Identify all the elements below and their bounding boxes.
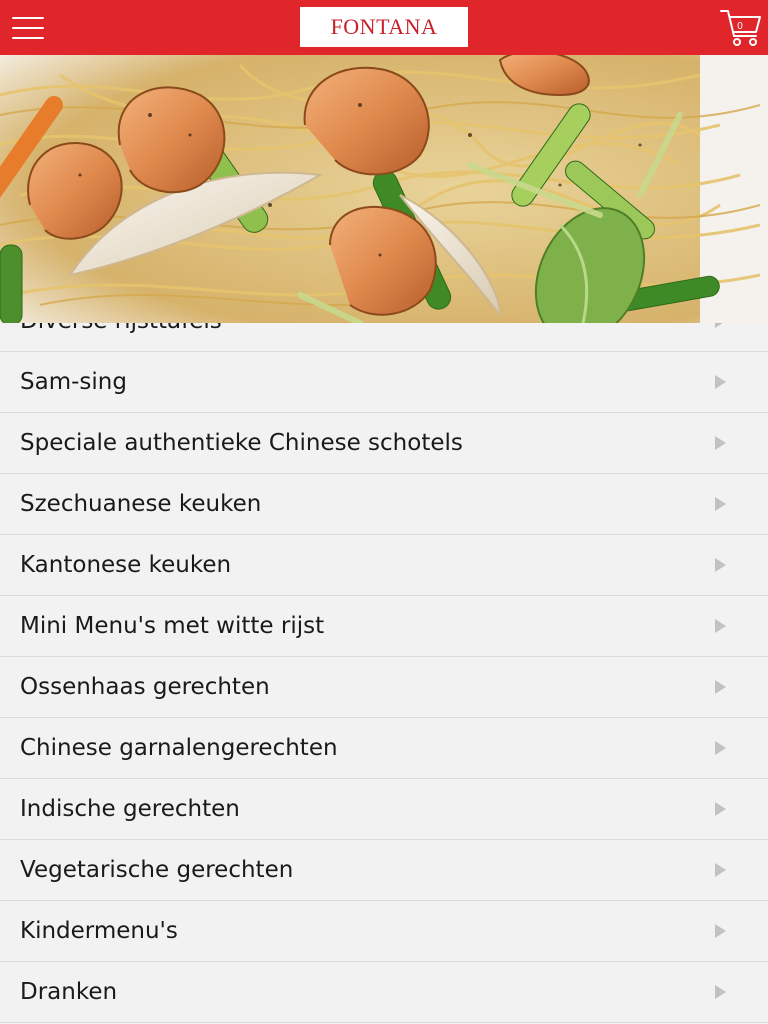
category-label: Speciale authentieke Chinese schotels	[20, 430, 463, 456]
menu-line-1	[12, 17, 44, 19]
list-item[interactable]: Ossenhaas gerechten	[0, 657, 768, 718]
category-label: Indische gerechten	[20, 796, 240, 822]
chevron-right-icon	[715, 497, 726, 511]
chevron-right-icon	[715, 802, 726, 816]
category-label: Dranken	[20, 979, 118, 1005]
category-label: Kantonese keuken	[20, 552, 232, 578]
list-item[interactable]: Vegetarische gerechten	[0, 840, 768, 901]
chevron-right-icon	[715, 863, 726, 877]
category-label: Chinese garnalengerechten	[20, 735, 338, 761]
menu-line-2	[12, 27, 44, 29]
category-label: Szechuanese keuken	[20, 491, 262, 517]
list-item[interactable]: Chinese garnalengerechten	[0, 718, 768, 779]
chevron-right-icon	[715, 558, 726, 572]
list-item[interactable]: Kindermenu's	[0, 901, 768, 962]
list-item[interactable]: Sam-sing	[0, 352, 768, 413]
cart-count-badge: 0	[737, 21, 743, 32]
chevron-right-icon	[715, 985, 726, 999]
category-label: Ossenhaas gerechten	[20, 674, 270, 700]
list-item[interactable]: Kantonese keuken	[0, 535, 768, 596]
logo[interactable]: FONTANA	[300, 7, 468, 47]
logo-text: FONTANA	[330, 14, 438, 39]
chevron-right-icon	[715, 741, 726, 755]
category-label: Kindermenu's	[20, 918, 178, 944]
category-label: Sam-sing	[20, 369, 127, 395]
chevron-right-icon	[715, 680, 726, 694]
top-bar: FONTANA 0	[0, 0, 768, 55]
cart-button[interactable]: 0	[720, 8, 762, 48]
list-item[interactable]: Indische gerechten	[0, 779, 768, 840]
app-screen: FONTANA 0 Sam-sing Speciale authentieke …	[0, 0, 768, 1024]
category-label: Vegetarische gerechten	[20, 857, 294, 883]
menu-button[interactable]	[12, 15, 44, 41]
category-list: Diverse rijsttafels Sam-sing Speciale au…	[0, 291, 768, 1023]
chevron-right-icon	[715, 924, 726, 938]
chevron-right-icon	[715, 619, 726, 633]
list-item[interactable]: Mini Menu's met witte rijst	[0, 596, 768, 657]
chevron-right-icon	[715, 436, 726, 450]
list-item[interactable]: Szechuanese keuken	[0, 474, 768, 535]
food-illustration	[0, 55, 768, 323]
menu-line-3	[12, 37, 44, 39]
chevron-right-icon	[715, 375, 726, 389]
list-item[interactable]: Dranken	[0, 962, 768, 1023]
category-label: Mini Menu's met witte rijst	[20, 613, 325, 639]
hero-food-image	[0, 55, 768, 323]
list-item[interactable]: Speciale authentieke Chinese schotels	[0, 413, 768, 474]
